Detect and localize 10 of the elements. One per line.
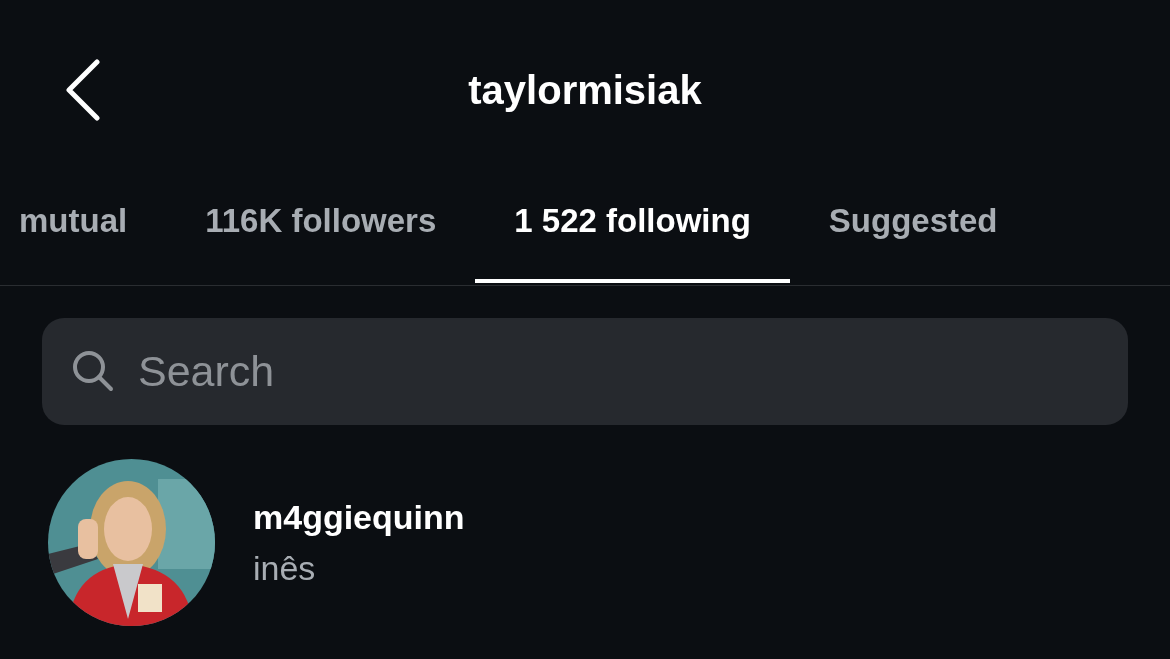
- back-icon[interactable]: [65, 59, 101, 121]
- tab[interactable]: Suggested: [789, 180, 1037, 285]
- account-name: inês: [253, 548, 317, 588]
- tab[interactable]: mutual: [0, 180, 167, 285]
- profile-username: taylormisiak: [468, 67, 702, 113]
- account-username[interactable]: m4ggiequinn: [253, 497, 465, 537]
- tab[interactable]: 1 522 following: [475, 180, 790, 285]
- search-field[interactable]: Search: [42, 318, 1128, 425]
- search-icon: [72, 350, 114, 392]
- tab[interactable]: 116K followers: [166, 180, 476, 285]
